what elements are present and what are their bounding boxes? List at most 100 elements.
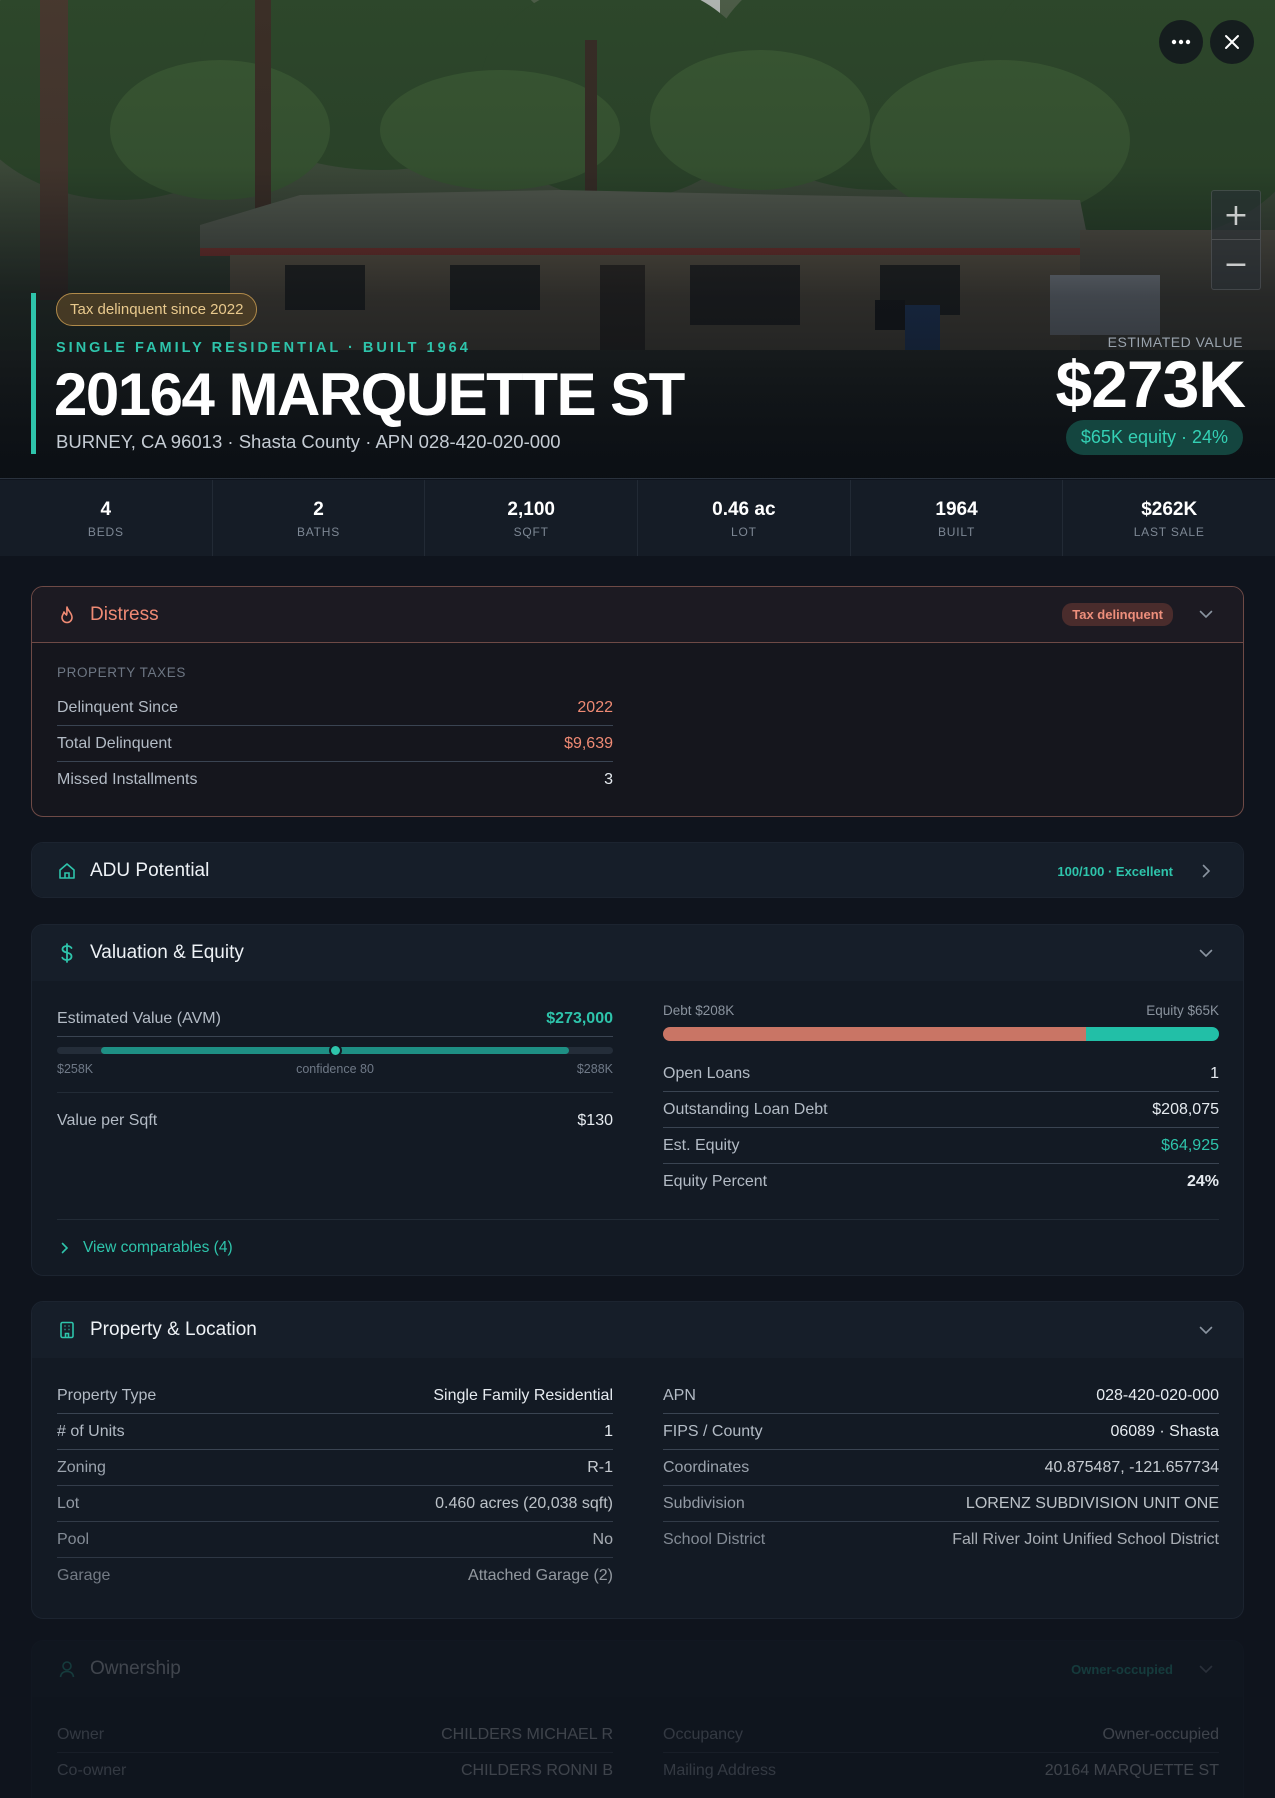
row-value: 0.460 acres (20,038 sqft) bbox=[435, 1494, 613, 1512]
estimated-value: $273K bbox=[1055, 347, 1246, 421]
co-owner-row: Co-owner CHILDERS RONNI B bbox=[57, 1753, 613, 1789]
flame-icon bbox=[58, 605, 76, 624]
more-options-button[interactable] bbox=[1159, 20, 1203, 64]
row-value: 40.875487, -121.657734 bbox=[1044, 1458, 1219, 1476]
delinquent-since-row: Delinquent Since 2022 bbox=[57, 690, 613, 726]
close-button[interactable] bbox=[1210, 20, 1254, 64]
property-title: Property & Location bbox=[90, 1319, 257, 1340]
user-icon bbox=[58, 1660, 76, 1678]
chevron-down-icon[interactable] bbox=[1195, 1319, 1217, 1341]
debt-equity-bar bbox=[663, 1027, 1219, 1041]
stat-value: 0.46 ac bbox=[712, 499, 776, 520]
distress-header[interactable]: Distress Tax delinquent bbox=[32, 587, 1243, 643]
equity-badge: $65K equity · 24% bbox=[1065, 420, 1243, 455]
chevron-down-icon[interactable] bbox=[1195, 604, 1217, 626]
stat-label: BATHS bbox=[296, 525, 341, 539]
stat-sqft: 2,100 SQFT bbox=[425, 480, 639, 556]
row-value: R-1 bbox=[587, 1458, 613, 1476]
zoom-in-button[interactable]: + bbox=[1212, 191, 1260, 240]
more-icon bbox=[1171, 39, 1191, 45]
row-label: Mailing Address bbox=[663, 1762, 776, 1779]
missed-installments-row: Missed Installments 3 bbox=[57, 762, 613, 798]
row-label: Equity Percent bbox=[663, 1173, 768, 1190]
total-delinquent-row: Total Delinquent $9,639 bbox=[57, 726, 613, 762]
stat-lot: 0.46 ac LOT bbox=[638, 480, 851, 556]
stat-label: LOT bbox=[730, 525, 757, 539]
chevron-down-icon[interactable] bbox=[1195, 1658, 1217, 1680]
title-accent-bar bbox=[31, 293, 36, 454]
valuation-header[interactable]: Valuation & Equity bbox=[32, 925, 1243, 981]
row-value: Attached Garage (2) bbox=[468, 1567, 613, 1584]
equity-percent-row: Equity Percent 24% bbox=[663, 1164, 1219, 1200]
stat-value: 2 bbox=[313, 499, 324, 520]
row-label: FIPS / County bbox=[663, 1422, 763, 1440]
property-address: 20164 MARQUETTE ST bbox=[54, 361, 685, 428]
close-icon bbox=[1225, 35, 1239, 49]
property-taxes-label: PROPERTY TAXES bbox=[57, 665, 186, 680]
ownership-card: Ownership Owner-occupied Owner CHILDERS M… bbox=[31, 1640, 1244, 1798]
stat-value: 2,100 bbox=[507, 499, 555, 520]
row-label: Est. Equity bbox=[663, 1136, 740, 1154]
zoom-out-button[interactable]: − bbox=[1212, 240, 1260, 289]
dollar-icon bbox=[58, 943, 76, 963]
row-value: Fall River Joint Unified School District bbox=[952, 1531, 1219, 1548]
avm-row: Estimated Value (AVM) $273,000 bbox=[57, 1001, 613, 1037]
tax-delinquent-tag: Tax delinquent bbox=[1062, 603, 1173, 626]
row-value: Single Family Residential bbox=[433, 1386, 613, 1404]
avm-marker bbox=[328, 1044, 342, 1057]
stat-value: $262K bbox=[1141, 499, 1198, 520]
stat-beds: 4 BEDS bbox=[0, 480, 213, 556]
stat-label: SQFT bbox=[513, 525, 549, 539]
chevron-down-icon[interactable] bbox=[1195, 942, 1217, 964]
row-label: Total Delinquent bbox=[57, 734, 172, 752]
zoning-row: Zoning R-1 bbox=[57, 1450, 613, 1486]
stat-value: 4 bbox=[100, 499, 112, 520]
row-value: CHILDERS MICHAEL R bbox=[441, 1725, 613, 1743]
chevron-right-icon[interactable] bbox=[1195, 860, 1217, 882]
row-label: School District bbox=[663, 1531, 766, 1548]
row-value: Owner-occupied bbox=[1102, 1725, 1220, 1743]
row-value: 1 bbox=[604, 1422, 613, 1440]
row-label: Property Type bbox=[57, 1386, 157, 1404]
debt-label: Debt $208K bbox=[663, 1003, 735, 1018]
view-comparables-label: View comparables (4) bbox=[83, 1238, 233, 1256]
row-label: Subdivision bbox=[663, 1494, 745, 1512]
open-loans-row: Open Loans 1 bbox=[663, 1056, 1219, 1092]
row-label: Delinquent Since bbox=[57, 698, 178, 716]
ownership-header[interactable]: Ownership Owner-occupied bbox=[32, 1641, 1243, 1697]
row-label: Lot bbox=[57, 1494, 80, 1512]
occupancy-badge: Owner-occupied bbox=[1071, 1661, 1173, 1677]
row-label: Estimated Value (AVM) bbox=[57, 1009, 221, 1027]
distress-title: Distress bbox=[90, 603, 159, 625]
avm-range-high: $288K bbox=[576, 1062, 613, 1076]
stat-built: 1964 BUILT bbox=[851, 480, 1064, 556]
divider bbox=[57, 1092, 613, 1093]
row-label: Garage bbox=[57, 1567, 111, 1584]
row-value: 20164 MARQUETTE ST bbox=[1044, 1762, 1219, 1779]
stat-baths: 2 BATHS bbox=[213, 480, 426, 556]
row-value: No bbox=[592, 1530, 613, 1548]
home-icon bbox=[58, 862, 76, 880]
property-location-line: BURNEY, CA 96013 · Shasta County · APN 0… bbox=[56, 431, 561, 452]
ownership-title: Ownership bbox=[90, 1658, 181, 1679]
view-comparables-link[interactable]: View comparables (4) bbox=[57, 1219, 1219, 1275]
adu-header[interactable]: ADU Potential 100/100 · Excellent bbox=[32, 843, 1243, 897]
subdivision-row: Subdivision LORENZ SUBDIVISION UNIT ONE bbox=[663, 1486, 1219, 1522]
equity-label: Equity $65K bbox=[1146, 1003, 1219, 1018]
row-value: $9,639 bbox=[564, 734, 613, 752]
adu-potential-card[interactable]: ADU Potential 100/100 · Excellent bbox=[31, 842, 1244, 898]
row-label: Zoning bbox=[57, 1458, 106, 1476]
distress-card: Distress Tax delinquent PROPERTY TAXES D… bbox=[31, 586, 1244, 817]
property-header[interactable]: Property & Location bbox=[32, 1302, 1243, 1358]
loan-debt-row: Outstanding Loan Debt $208,075 bbox=[663, 1092, 1219, 1128]
stat-label: LAST SALE bbox=[1133, 525, 1205, 539]
row-value: $130 bbox=[577, 1112, 613, 1129]
adu-score-badge: 100/100 · Excellent bbox=[1057, 863, 1173, 879]
pool-row: Pool No bbox=[57, 1522, 613, 1558]
owner-row: Owner CHILDERS MICHAEL R bbox=[57, 1717, 613, 1753]
row-label: Missed Installments bbox=[57, 771, 198, 788]
adu-title: ADU Potential bbox=[90, 860, 210, 881]
property-location-card: Property & Location Property Type Single … bbox=[31, 1301, 1244, 1619]
row-value: 06089 · Shasta bbox=[1110, 1422, 1219, 1440]
est-equity-row: Est. Equity $64,925 bbox=[663, 1128, 1219, 1164]
